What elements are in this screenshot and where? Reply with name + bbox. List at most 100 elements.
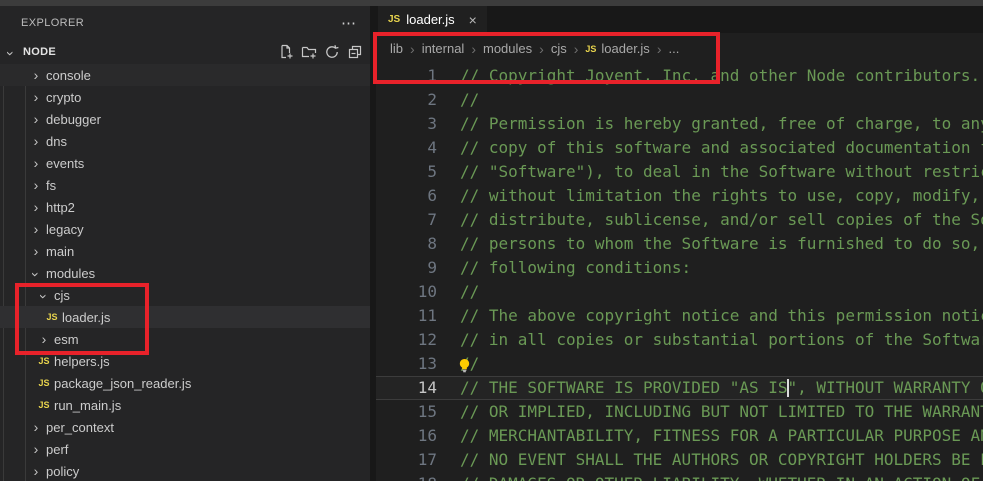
code-text: // without limitation the rights to use,… xyxy=(460,184,983,208)
code-text: // DAMAGES OR OTHER LIABILITY, WHETHER I… xyxy=(460,472,983,481)
code-line[interactable]: 3 // Permission is hereby granted, free … xyxy=(376,112,983,136)
chevron-icon: › xyxy=(28,464,44,478)
chevron-icon: › xyxy=(28,178,44,192)
breadcrumb-label: lib xyxy=(390,41,403,56)
code-line[interactable]: 15 // OR IMPLIED, INCLUDING BUT NOT LIMI… xyxy=(376,400,983,424)
tab-bar: JS loader.js × xyxy=(376,6,983,33)
tree-item[interactable]: › JS loader.js xyxy=(0,306,370,328)
file-tree: › JS console › JS crypto › JS debugger xyxy=(0,64,370,481)
code-line[interactable]: 2 // xyxy=(376,88,983,112)
chevron-down-icon: › xyxy=(4,46,18,62)
tab-loader-js[interactable]: JS loader.js × xyxy=(378,6,487,33)
close-icon[interactable]: × xyxy=(469,13,477,27)
js-file-icon: JS xyxy=(585,44,596,54)
tree-item-label: dns xyxy=(46,134,67,149)
breadcrumb-item[interactable]: JS cjs › xyxy=(551,41,586,56)
tree-item[interactable]: › JS package_json_reader.js xyxy=(0,372,370,394)
code-line[interactable]: 16 // MERCHANTABILITY, FITNESS FOR A PAR… xyxy=(376,424,983,448)
breadcrumb-separator-icon: › xyxy=(471,42,476,56)
tree-item[interactable]: › JS helpers.js xyxy=(0,350,370,372)
code-area[interactable]: 1 // Copyright Joyent, Inc. and other No… xyxy=(376,64,983,481)
explorer-sidebar: EXPLORER ⋯ › NODE xyxy=(0,6,370,481)
code-line[interactable]: 1 // Copyright Joyent, Inc. and other No… xyxy=(376,64,983,88)
code-text: // following conditions: xyxy=(460,256,691,280)
breadcrumb-item[interactable]: JS lib › xyxy=(390,41,422,56)
tree-item[interactable]: › JS modules xyxy=(0,262,370,284)
breadcrumb-item[interactable]: JS modules › xyxy=(483,41,551,56)
breadcrumb-separator-icon: › xyxy=(410,42,415,56)
node-section-header[interactable]: › NODE xyxy=(0,40,370,64)
tree-item[interactable]: › JS policy xyxy=(0,460,370,481)
chevron-icon: › xyxy=(28,156,44,170)
breadcrumb: JS lib › JS internal › JS xyxy=(376,33,983,64)
more-actions-icon[interactable]: ⋯ xyxy=(341,16,356,31)
code-line[interactable]: 17 // NO EVENT SHALL THE AUTHORS OR COPY… xyxy=(376,448,983,472)
js-file-icon: JS xyxy=(44,312,60,322)
code-line[interactable]: 18 // DAMAGES OR OTHER LIABILITY, WHETHE… xyxy=(376,472,983,481)
new-file-icon xyxy=(278,44,294,60)
tree-item-label: fs xyxy=(46,178,56,193)
new-folder-icon xyxy=(301,44,317,60)
new-file-button[interactable] xyxy=(276,42,296,62)
code-line[interactable]: 7 // distribute, sublicense, and/or sell… xyxy=(376,208,983,232)
tree-item[interactable]: › JS perf xyxy=(0,438,370,460)
code-line[interactable]: 13 // xyxy=(376,352,983,376)
line-number: 2 xyxy=(376,88,437,112)
tree-item[interactable]: › JS debugger xyxy=(0,108,370,130)
chevron-icon: › xyxy=(28,112,44,126)
node-section-title: NODE xyxy=(23,46,56,58)
tree-item[interactable]: › JS crypto xyxy=(0,86,370,108)
tree-item[interactable]: › JS main xyxy=(0,240,370,262)
code-line[interactable]: 12 // in all copies or substantial porti… xyxy=(376,328,983,352)
collapse-all-button[interactable] xyxy=(345,42,365,62)
js-file-icon: JS xyxy=(36,378,52,388)
chevron-icon: › xyxy=(28,420,44,434)
tree-item[interactable]: › JS events xyxy=(0,152,370,174)
line-number: 13 xyxy=(376,352,437,376)
code-line[interactable]: 9 // following conditions: xyxy=(376,256,983,280)
code-text: // OR IMPLIED, INCLUDING BUT NOT LIMITED… xyxy=(460,400,983,424)
code-line[interactable]: 8 // persons to whom the Software is fur… xyxy=(376,232,983,256)
line-number: 3 xyxy=(376,112,437,136)
tab-label: loader.js xyxy=(406,12,454,27)
new-folder-button[interactable] xyxy=(299,42,319,62)
chevron-icon: › xyxy=(28,222,44,236)
tree-item-label: loader.js xyxy=(62,310,110,325)
tree-item[interactable]: › JS legacy xyxy=(0,218,370,240)
tree-item-label: events xyxy=(46,156,84,171)
chevron-icon: › xyxy=(29,267,43,283)
breadcrumb-label: modules xyxy=(483,41,532,56)
tree-item[interactable]: › JS http2 xyxy=(0,196,370,218)
quickfix-lightbulb-icon[interactable] xyxy=(457,356,472,371)
js-file-icon: JS xyxy=(36,356,52,366)
line-number: 18 xyxy=(376,472,437,481)
tree-item-label: console xyxy=(46,68,91,83)
code-text: // in all copies or substantial portions… xyxy=(460,328,983,352)
code-line[interactable]: 11 // The above copyright notice and thi… xyxy=(376,304,983,328)
code-line[interactable]: 10 // xyxy=(376,280,983,304)
line-number: 12 xyxy=(376,328,437,352)
explorer-header: EXPLORER ⋯ xyxy=(0,6,370,40)
explorer-title: EXPLORER xyxy=(21,17,84,29)
tree-item[interactable]: › JS dns xyxy=(0,130,370,152)
chevron-icon: › xyxy=(28,134,44,148)
line-number: 17 xyxy=(376,448,437,472)
breadcrumb-item[interactable]: JS internal › xyxy=(422,41,483,56)
tree-item[interactable]: › JS console xyxy=(0,64,370,86)
js-file-icon: JS xyxy=(36,400,52,410)
breadcrumb-label: ... xyxy=(668,41,679,56)
tree-item[interactable]: › JS per_context xyxy=(0,416,370,438)
tree-item[interactable]: › JS esm xyxy=(0,328,370,350)
tree-item[interactable]: › JS cjs xyxy=(0,284,370,306)
code-text: // persons to whom the Software is furni… xyxy=(460,232,983,256)
code-line[interactable]: 6 // without limitation the rights to us… xyxy=(376,184,983,208)
code-line[interactable]: 5 // "Software"), to deal in the Softwar… xyxy=(376,160,983,184)
refresh-button[interactable] xyxy=(322,42,342,62)
text-cursor xyxy=(787,379,789,397)
breadcrumb-item[interactable]: JS ... › xyxy=(668,41,679,56)
code-line[interactable]: 4 // copy of this software and associate… xyxy=(376,136,983,160)
tree-item[interactable]: › JS fs xyxy=(0,174,370,196)
tree-item[interactable]: › JS run_main.js xyxy=(0,394,370,416)
breadcrumb-item[interactable]: JS loader.js › xyxy=(585,41,668,56)
code-line[interactable]: 14 // THE SOFTWARE IS PROVIDED "AS IS", … xyxy=(376,376,983,400)
